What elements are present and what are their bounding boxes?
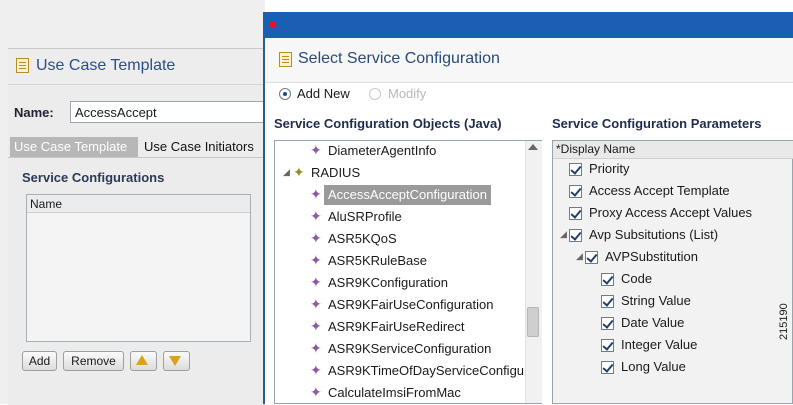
list-column-name: Name: [27, 195, 250, 213]
param-label: AVPSubstitution: [605, 249, 698, 264]
parameters-heading: Service Configuration Parameters: [552, 116, 762, 131]
dialog-titlebar[interactable]: [263, 12, 793, 38]
tree-scrollbar[interactable]: [525, 141, 542, 403]
close-icon[interactable]: [270, 22, 275, 27]
collapse-icon[interactable]: ◢: [576, 247, 583, 267]
tree-item[interactable]: ASR9KConfiguration: [328, 273, 448, 293]
name-field[interactable]: AccessAccept: [70, 101, 270, 123]
document-icon: [16, 58, 29, 73]
tree-item-selected[interactable]: AccessAcceptConfiguration: [324, 185, 491, 205]
tree-item[interactable]: CalculateImsiFromMac: [328, 383, 461, 403]
tree-item[interactable]: ASR5KQoS: [328, 229, 397, 249]
add-new-label: Add New: [297, 86, 350, 101]
param-label: Proxy Access Accept Values: [589, 205, 753, 220]
class-icon: ✦: [310, 341, 322, 357]
param-checkbox[interactable]: [569, 185, 582, 198]
param-label: Avp Subsitutions (List): [589, 227, 719, 242]
modify-label: Modify: [388, 86, 427, 101]
class-icon: ✦: [310, 231, 322, 247]
param-checkbox[interactable]: [601, 317, 614, 330]
param-label: Integer Value: [621, 337, 698, 352]
class-icon: ✦: [310, 187, 322, 203]
param-label: Date Value: [621, 315, 685, 330]
tree-item[interactable]: AluSRProfile: [328, 207, 402, 227]
objects-heading: Service Configuration Objects (Java): [274, 116, 502, 131]
param-label: String Value: [621, 293, 691, 308]
param-checkbox[interactable]: [569, 207, 582, 220]
tree-item[interactable]: ASR9KFairUseConfiguration: [328, 295, 493, 315]
param-checkbox[interactable]: [601, 295, 614, 308]
param-checkbox[interactable]: [601, 273, 614, 286]
package-icon: ✦: [293, 165, 305, 181]
class-icon: ✦: [310, 385, 322, 401]
class-icon: ✦: [310, 297, 322, 313]
class-icon: ✦: [310, 363, 322, 379]
arrow-down-icon: [169, 356, 181, 366]
add-button[interactable]: Add: [22, 351, 57, 371]
add-new-radio[interactable]: [279, 88, 291, 100]
param-label: Access Accept Template: [589, 183, 730, 198]
tab-use-case-template[interactable]: Use Case Template: [10, 137, 138, 157]
class-icon: ✦: [310, 319, 322, 335]
class-icon: ✦: [310, 275, 322, 291]
move-up-button[interactable]: [130, 351, 157, 371]
collapse-icon[interactable]: ◢: [283, 163, 290, 183]
tree-item[interactable]: DiameterAgentInfo: [328, 141, 436, 161]
scroll-thumb[interactable]: [527, 307, 539, 337]
collapse-icon[interactable]: ◢: [560, 225, 567, 245]
tree-item[interactable]: ASR9KFairUseRedirect: [328, 317, 465, 337]
params-column-header: *Display Name: [553, 141, 793, 159]
class-icon: ✦: [310, 143, 322, 159]
class-icon: ✦: [310, 209, 322, 225]
move-down-button[interactable]: [163, 351, 190, 371]
remove-button[interactable]: Remove: [63, 351, 124, 371]
param-label: Code: [621, 271, 653, 286]
param-checkbox[interactable]: [569, 163, 582, 176]
figure-id: 215190: [778, 303, 790, 340]
class-icon: ✦: [310, 253, 322, 269]
param-label: Long Value: [621, 359, 686, 374]
name-label: Name:: [14, 105, 54, 120]
param-checkbox[interactable]: [585, 251, 598, 264]
dialog-title: Select Service Configuration: [298, 50, 500, 67]
tab-divider: [8, 157, 266, 158]
param-checkbox[interactable]: [601, 361, 614, 374]
param-label: Priority: [589, 161, 630, 176]
page-title: Use Case Template: [36, 57, 176, 74]
service-configurations-heading: Service Configurations: [22, 170, 165, 185]
arrow-up-icon: [136, 355, 148, 365]
tree-item[interactable]: ASR5KRuleBase: [328, 251, 427, 271]
scroll-up-icon[interactable]: [528, 144, 538, 150]
tab-use-case-initiators[interactable]: Use Case Initiators: [142, 137, 272, 157]
document-icon: [279, 52, 292, 67]
tree-item-radius[interactable]: RADIUS: [311, 163, 360, 183]
param-checkbox[interactable]: [569, 229, 582, 242]
modify-radio[interactable]: [369, 88, 381, 100]
tree-item[interactable]: ASR9KTimeOfDayServiceConfigu: [328, 361, 524, 381]
tree-item[interactable]: ASR9KServiceConfiguration: [328, 339, 491, 359]
service-configurations-list[interactable]: [26, 194, 251, 342]
param-checkbox[interactable]: [601, 339, 614, 352]
